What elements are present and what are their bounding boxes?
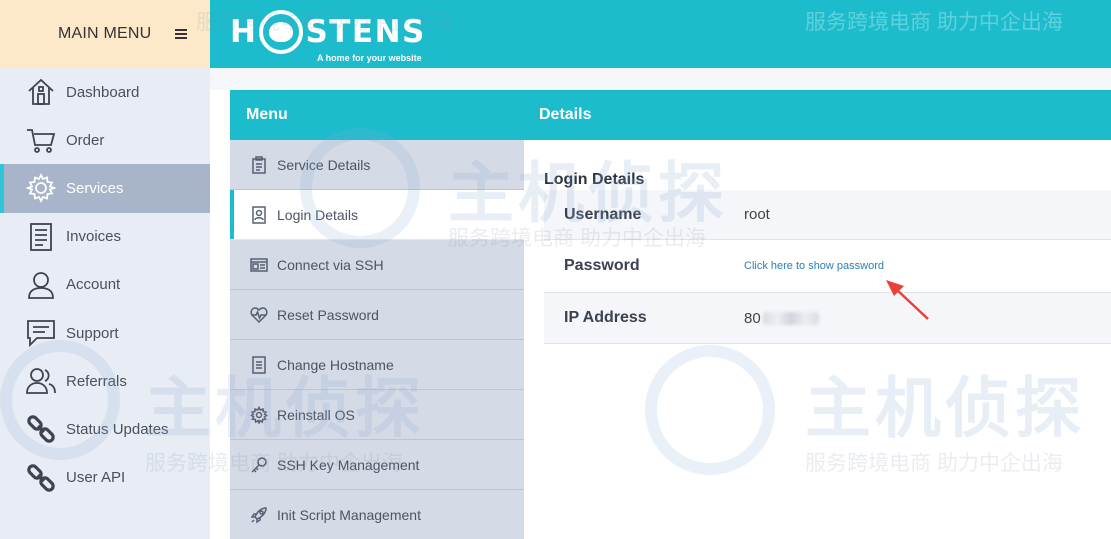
- details-panel: Login Details Username root Password Cli…: [524, 140, 1111, 539]
- sidebar-item-invoices[interactable]: Invoices: [0, 213, 210, 261]
- sidebar-item-services[interactable]: Services: [0, 164, 210, 213]
- page: MAIN MENU Dashboard Order Services Invoi…: [0, 0, 1111, 539]
- submenu-item-reset-password[interactable]: Reset Password: [230, 290, 524, 340]
- sidebar-item-order[interactable]: Order: [0, 116, 210, 164]
- sidebar-item-label: Support: [66, 324, 119, 342]
- link-icon: [24, 461, 58, 495]
- submenu-item-label: Service Details: [277, 156, 371, 173]
- submenu-item-reinstall-os[interactable]: Reinstall OS: [230, 390, 524, 440]
- heartbeat-icon: [250, 306, 268, 324]
- ip-address-label: IP Address: [564, 309, 647, 326]
- submenu-item-label: Connect via SSH: [277, 256, 384, 273]
- home-icon: [24, 75, 58, 109]
- main-menu-bar: MAIN MENU: [0, 0, 210, 68]
- user-icon: [24, 268, 58, 302]
- panel-details-title: Details: [539, 106, 592, 123]
- hamburger-menu-icon[interactable]: [175, 29, 188, 39]
- cart-icon: [24, 123, 58, 157]
- submenu-item-change-hostname[interactable]: Change Hostname: [230, 340, 524, 390]
- submenu-item-label: Change Hostname: [277, 356, 394, 373]
- link-icon: [24, 412, 58, 446]
- panel-menu-title: Menu: [246, 106, 288, 123]
- sidebar-item-dashboard[interactable]: Dashboard: [0, 68, 210, 116]
- submenu-item-init-script-management[interactable]: Init Script Management: [230, 490, 524, 539]
- submenu-item-label: Reset Password: [277, 306, 379, 323]
- key-icon: [250, 456, 268, 474]
- submenu-item-service-details[interactable]: Service Details: [230, 140, 524, 190]
- ip-address-prefix: 80: [744, 309, 761, 327]
- sidebar-item-support[interactable]: Support: [0, 309, 210, 357]
- sidebar-item-label: Account: [66, 276, 121, 294]
- clipboard-icon: [250, 155, 268, 174]
- password-row: Password Click here to show password: [544, 240, 1111, 293]
- sidebar-item-label: Services: [66, 179, 124, 197]
- submenu-item-label: SSH Key Management: [277, 456, 420, 473]
- file-icon: [250, 355, 268, 374]
- main-menu-label: MAIN MENU: [58, 25, 152, 42]
- top-header: H STENS A home for your website: [210, 0, 1111, 68]
- sidebar-item-label: User API: [66, 469, 126, 487]
- logo-wordmark: H STENS: [230, 10, 426, 54]
- ip-address-row: IP Address 80: [544, 293, 1111, 344]
- logo-text-right: STENS: [305, 14, 426, 50]
- gear-icon: [24, 171, 58, 205]
- submenu-item-label: Reinstall OS: [277, 406, 355, 423]
- id-card-icon: [250, 205, 268, 224]
- chat-icon: [24, 316, 58, 350]
- sidebar-item-user-api[interactable]: User API: [0, 454, 210, 502]
- login-details-heading: Login Details: [544, 171, 645, 188]
- sidebar-item-account[interactable]: Account: [0, 261, 210, 309]
- sidebar-item-referrals[interactable]: Referrals: [0, 357, 210, 405]
- ip-address-value: 80: [744, 310, 819, 327]
- rocket-icon: [250, 506, 268, 524]
- submenu-item-connect-ssh[interactable]: Connect via SSH: [230, 240, 524, 290]
- show-password-link[interactable]: Click here to show password: [744, 260, 884, 272]
- sidebar-item-label: Referrals: [66, 372, 127, 390]
- annotation-arrow: [886, 280, 929, 320]
- submenu-item-label: Login Details: [277, 206, 358, 223]
- ip-address-redacted: [762, 312, 819, 326]
- document-icon: [24, 220, 58, 254]
- submenu-item-login-details[interactable]: Login Details: [230, 190, 524, 240]
- sidebar-item-label: Invoices: [66, 228, 122, 246]
- logo-text-left: H: [230, 14, 258, 50]
- service-submenu: Service Details Login Details Connect vi…: [230, 140, 524, 539]
- hostens-logo[interactable]: H STENS A home for your website: [230, 10, 426, 63]
- terminal-icon: [250, 256, 268, 274]
- main-sidebar: MAIN MENU Dashboard Order Services Invoi…: [0, 0, 210, 539]
- hamster-icon: [259, 10, 304, 54]
- username-row: Username root: [544, 190, 1111, 240]
- sidebar-item-label: Dashboard: [66, 83, 140, 101]
- panel-header: Menu Details: [230, 90, 1111, 140]
- sidebar-item-label: Order: [66, 131, 105, 149]
- username-value: root: [744, 206, 770, 223]
- sidebar-item-status-updates[interactable]: Status Updates: [0, 405, 210, 453]
- sidebar-item-label: Status Updates: [66, 420, 169, 438]
- username-label: Username: [564, 205, 642, 223]
- password-label: Password: [564, 257, 640, 274]
- logo-tagline: A home for your website: [317, 53, 422, 63]
- users-icon: [24, 364, 58, 398]
- submenu-item-ssh-key-management[interactable]: SSH Key Management: [230, 440, 524, 490]
- gear-icon: [250, 405, 268, 424]
- submenu-item-label: Init Script Management: [277, 506, 421, 523]
- content-top-gap: [210, 68, 1111, 90]
